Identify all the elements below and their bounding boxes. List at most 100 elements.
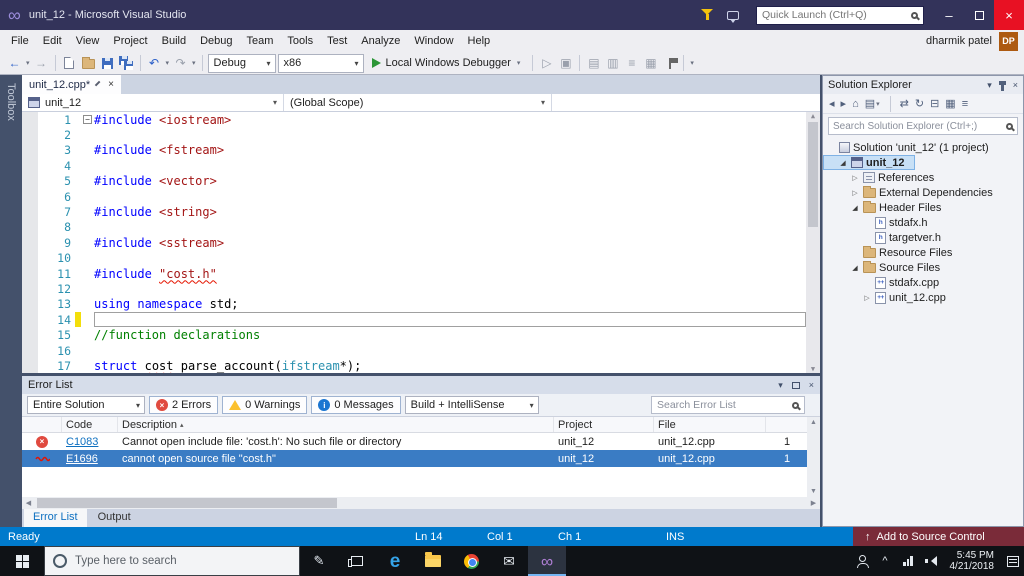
- refresh-icon[interactable]: ↻: [915, 97, 924, 110]
- expander-icon[interactable]: ▷: [850, 174, 860, 182]
- editor-vertical-scrollbar[interactable]: ▲ ▼: [806, 112, 820, 373]
- code-line-16[interactable]: 16: [22, 343, 806, 358]
- code-line-15[interactable]: 15//function declarations: [22, 327, 806, 342]
- expander-icon[interactable]: ◢: [838, 159, 848, 167]
- tree-item-references[interactable]: ▷References: [823, 170, 1023, 185]
- volume-button[interactable]: [920, 546, 943, 576]
- auto-hide-pin-icon[interactable]: [1001, 82, 1004, 91]
- forward-icon[interactable]: ▸: [841, 97, 847, 110]
- breakpoint-margin[interactable]: [22, 112, 38, 127]
- breakpoint-margin[interactable]: [22, 327, 38, 342]
- breakpoint-margin[interactable]: [22, 143, 38, 158]
- error-list-vertical-scrollbar[interactable]: ▲ ▼: [807, 417, 820, 497]
- comment-icon[interactable]: ▦: [642, 55, 659, 72]
- task-view-button[interactable]: [338, 546, 376, 576]
- user-name[interactable]: dharmik patel: [926, 35, 992, 47]
- toolbar-overflow-icon[interactable]: ▾: [689, 59, 695, 67]
- code-line-13[interactable]: 13using namespace std;: [22, 297, 806, 312]
- errors-filter-button[interactable]: × 2 Errors: [149, 396, 218, 414]
- menu-item-analyze[interactable]: Analyze: [354, 32, 407, 50]
- breakpoint-margin[interactable]: [22, 235, 38, 250]
- expander-icon[interactable]: ◢: [850, 264, 860, 272]
- chevron-down-icon[interactable]: ▾: [25, 59, 31, 67]
- mail-button[interactable]: ✉: [490, 546, 528, 576]
- quick-launch-input[interactable]: Quick Launch (Ctrl+Q): [756, 6, 924, 25]
- code-line-4[interactable]: 4: [22, 158, 806, 173]
- menu-item-help[interactable]: Help: [461, 32, 498, 50]
- sync-with-active-document-icon[interactable]: ⇄: [900, 97, 909, 110]
- close-tab-icon[interactable]: ×: [108, 79, 114, 90]
- tree-item-targetver-h[interactable]: htargetver.h: [823, 230, 1023, 245]
- error-list-title-bar[interactable]: Error List ▾ ×: [22, 376, 820, 394]
- network-button[interactable]: [897, 546, 920, 576]
- menu-item-team[interactable]: Team: [240, 32, 281, 50]
- visual-studio-taskbar-button[interactable]: ∞: [528, 546, 566, 576]
- solution-configurations-dropdown[interactable]: Debug▾: [208, 54, 276, 73]
- find-in-files-icon[interactable]: ▤: [585, 55, 602, 72]
- tree-item-source-files[interactable]: ◢Source Files: [823, 260, 1023, 275]
- code-line-11[interactable]: 11#include "cost.h": [22, 266, 806, 281]
- menu-item-window[interactable]: Window: [407, 32, 460, 50]
- code-line-2[interactable]: 2: [22, 127, 806, 142]
- breakpoint-margin[interactable]: [22, 312, 38, 327]
- types-dropdown[interactable]: unit_12 ▾: [22, 94, 284, 111]
- document-tab[interactable]: unit_12.cpp* ×: [22, 75, 121, 94]
- taskbar-clock[interactable]: 5:45 PM 4/21/2018: [943, 550, 1002, 573]
- navigate-forward-icon[interactable]: →: [33, 55, 50, 72]
- scope-filter-dropdown[interactable]: Entire Solution▾: [27, 396, 145, 414]
- scrollbar-thumb[interactable]: [808, 122, 818, 227]
- code-line-9[interactable]: 9#include <sstream>: [22, 235, 806, 250]
- code-line-17[interactable]: 17struct cost parse_account(ifstream*);: [22, 358, 806, 373]
- edge-button[interactable]: e: [376, 546, 414, 576]
- hidden-icons-chevron[interactable]: ^: [874, 546, 897, 576]
- panel-tab-output[interactable]: Output: [89, 509, 140, 527]
- scroll-down-icon[interactable]: ▼: [810, 488, 817, 495]
- tree-item-unit-12-cpp[interactable]: ▷++unit_12.cpp: [823, 290, 1023, 305]
- add-to-source-control-button[interactable]: ↑ Add to Source Control: [853, 527, 1024, 546]
- start-debugging-button[interactable]: Local Windows Debugger ▾: [366, 54, 528, 73]
- bookmark-icon[interactable]: [661, 55, 678, 72]
- menu-item-build[interactable]: Build: [155, 32, 193, 50]
- scroll-left-icon[interactable]: ◀: [22, 499, 35, 507]
- redo-icon[interactable]: ↷: [172, 55, 189, 72]
- expander-icon[interactable]: ▷: [862, 294, 872, 302]
- file-explorer-button[interactable]: [414, 546, 452, 576]
- maximize-button[interactable]: [964, 0, 994, 30]
- breakpoint-margin[interactable]: [22, 251, 38, 266]
- close-panel-icon[interactable]: ×: [1013, 80, 1018, 90]
- code-line-5[interactable]: 5#include <vector>: [22, 174, 806, 189]
- maximize-panel-icon[interactable]: [792, 382, 800, 389]
- breakpoint-margin[interactable]: [22, 158, 38, 173]
- error-code-link[interactable]: C1083: [62, 436, 118, 448]
- code-line-7[interactable]: 7#include <string>: [22, 204, 806, 219]
- window-position-icon[interactable]: ▾: [778, 380, 783, 391]
- chevron-down-icon[interactable]: ▾: [191, 59, 197, 67]
- breakpoint-margin[interactable]: [22, 127, 38, 142]
- collapse-all-icon[interactable]: ⊟: [930, 97, 939, 110]
- column-description[interactable]: Description ▴: [118, 417, 554, 432]
- people-button[interactable]: [851, 546, 874, 576]
- error-list-search-input[interactable]: Search Error List: [651, 396, 805, 414]
- breakpoint-margin[interactable]: [22, 297, 38, 312]
- column-file[interactable]: File: [654, 417, 766, 432]
- error-row-1[interactable]: ×C1083Cannot open include file: 'cost.h'…: [22, 433, 820, 450]
- expander-icon[interactable]: ▷: [850, 189, 860, 197]
- code-line-3[interactable]: 3#include <fstream>: [22, 143, 806, 158]
- members-dropdown[interactable]: [552, 94, 820, 111]
- error-code-link[interactable]: E1696: [62, 453, 118, 465]
- properties-icon[interactable]: ≡: [962, 98, 968, 110]
- breakpoint-margin[interactable]: [22, 220, 38, 235]
- taskbar-search-input[interactable]: Type here to search: [44, 546, 300, 576]
- undo-icon[interactable]: ↶: [146, 55, 163, 72]
- open-file-icon[interactable]: [80, 55, 97, 72]
- menu-item-debug[interactable]: Debug: [193, 32, 239, 50]
- scope-dropdown[interactable]: (Global Scope) ▾: [284, 94, 552, 111]
- chevron-down-icon[interactable]: ▾: [165, 59, 171, 67]
- scroll-up-icon[interactable]: ▲: [811, 112, 815, 120]
- breakpoint-margin[interactable]: [22, 343, 38, 358]
- code-editor[interactable]: 1−#include <iostream>23#include <fstream…: [22, 112, 820, 373]
- menu-item-tools[interactable]: Tools: [280, 32, 320, 50]
- collapse-region-icon[interactable]: −: [83, 115, 92, 124]
- code-line-1[interactable]: 1−#include <iostream>: [22, 112, 806, 127]
- scroll-up-icon[interactable]: ▲: [810, 419, 817, 426]
